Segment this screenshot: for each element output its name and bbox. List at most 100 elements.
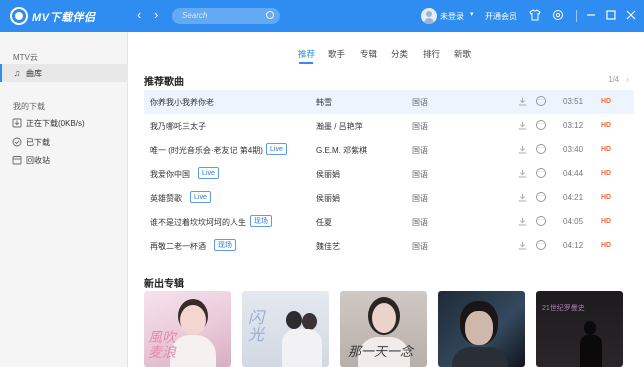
tab-new-songs[interactable]: 新歌 — [454, 48, 471, 60]
section-title-recommend: 推荐歌曲 — [144, 77, 184, 88]
download-icon[interactable] — [518, 193, 527, 202]
song-title[interactable]: 英雄赞歌 — [150, 193, 182, 204]
song-duration: 03:12 — [563, 121, 584, 130]
more-icon[interactable]: ··· — [536, 216, 546, 226]
album-cover[interactable] — [438, 291, 525, 367]
more-icon[interactable]: ··· — [536, 192, 546, 202]
avatar[interactable] — [421, 8, 437, 24]
download-icon[interactable] — [518, 169, 527, 178]
login-button[interactable]: 未登录 — [440, 11, 464, 22]
logo-icon — [10, 7, 28, 25]
forward-icon[interactable]: › — [154, 8, 158, 22]
minimize-icon[interactable] — [584, 9, 597, 22]
song-title[interactable]: 你养我小我养你老 — [150, 97, 214, 108]
song-language: 国语 — [412, 122, 428, 131]
download-icon[interactable] — [518, 121, 527, 130]
album-figure-face — [372, 303, 396, 333]
song-title[interactable]: 谁不是过着坎坎坷坷的人生 — [150, 217, 246, 228]
hd-badge: HD — [601, 146, 612, 153]
album-figure-body — [580, 335, 602, 367]
song-title[interactable]: 再敬二老一杯酒 — [150, 241, 206, 252]
album-cover[interactable]: 21世纪罗曼史 — [536, 291, 623, 367]
song-title[interactable]: 我爱你中国 — [150, 169, 190, 180]
download-icon — [12, 118, 22, 128]
tab-active-indicator — [299, 62, 313, 64]
download-icon[interactable] — [518, 97, 527, 106]
chevron-right-icon[interactable]: › — [626, 74, 629, 84]
hd-badge: HD — [601, 122, 612, 129]
tab-categories[interactable]: 分类 — [391, 48, 408, 60]
settings-icon[interactable] — [551, 9, 564, 22]
back-icon[interactable]: ‹ — [137, 8, 141, 22]
table-row[interactable]: 我乃哪吒三太子 瀚墨 / 吕艳萍 国语 ··· 03:12 HD — [144, 114, 634, 138]
song-artist[interactable]: 韩雪 — [316, 97, 332, 108]
more-icon[interactable]: ··· — [536, 96, 546, 106]
table-row[interactable]: 谁不是过着坎坎坷坷的人生 现场 任夏 国语 ··· 04:05 HD — [144, 210, 634, 234]
sidebar-group-downloads: 我的下载 — [13, 102, 45, 111]
table-row[interactable]: 再敬二老一杯酒 现场 魏佳艺 国语 ··· 04:12 HD — [144, 234, 634, 258]
hd-badge: HD — [601, 98, 612, 105]
song-duration: 04:12 — [563, 241, 584, 250]
search-input[interactable]: Search — [172, 8, 280, 24]
table-row[interactable]: 唯一 (时光音乐会·老友记 第4期) Live G.E.M. 邓紫棋 国语 ··· 03:… — [144, 138, 634, 162]
album-cover[interactable]: 那一天一念 — [340, 291, 427, 367]
album-title: 那一天一念 — [348, 345, 414, 360]
download-icon[interactable] — [518, 217, 527, 226]
tab-recommend[interactable]: 推荐 — [298, 48, 315, 60]
maximize-icon[interactable] — [604, 9, 617, 22]
recycle-icon — [12, 155, 22, 165]
song-language: 国语 — [412, 146, 428, 155]
more-icon[interactable]: ··· — [536, 240, 546, 250]
song-title[interactable]: 唯一 (时光音乐会·老友记 第4期) — [150, 145, 263, 156]
album-figure — [584, 321, 596, 335]
album-cover[interactable]: 風吹麦浪 — [144, 291, 231, 367]
download-icon[interactable] — [518, 241, 527, 250]
sidebar-item-recycle[interactable]: 回收站 — [0, 151, 128, 169]
tab-singers[interactable]: 歌手 — [328, 48, 345, 60]
album-title: 風吹麦浪 — [148, 330, 176, 361]
tab-albums[interactable]: 专辑 — [360, 48, 377, 60]
title-bar-divider — [576, 10, 577, 22]
song-title[interactable]: 我乃哪吒三太子 — [150, 121, 206, 132]
album-cover[interactable]: 闪光 — [242, 291, 329, 367]
album-title: 闪光 — [248, 308, 265, 344]
search-icon[interactable] — [266, 11, 274, 19]
song-artist[interactable]: 侯丽娟 — [316, 193, 340, 204]
sidebar-item-library[interactable]: ♫ 曲库 — [0, 64, 128, 82]
more-icon[interactable]: ··· — [536, 120, 546, 130]
sidebar-item-label: 已下载 — [26, 138, 50, 147]
sidebar-item-downloading[interactable]: 正在下载(0KB/s) — [0, 114, 128, 132]
sidebar-item-downloaded[interactable]: 已下载 — [0, 133, 128, 151]
close-icon[interactable] — [624, 9, 637, 22]
song-artist[interactable]: 瀚墨 / 吕艳萍 — [316, 121, 363, 132]
song-duration: 03:40 — [563, 145, 584, 154]
album-figure-body — [452, 347, 508, 367]
sidebar-item-label: 曲库 — [26, 69, 42, 78]
song-artist[interactable]: 任夏 — [316, 217, 332, 228]
album-figure-face — [180, 305, 206, 335]
song-artist[interactable]: 侯丽娟 — [316, 169, 340, 180]
song-language: 国语 — [412, 218, 428, 227]
table-row[interactable]: 我爱你中国 Live 侯丽娟 国语 ··· 04:44 HD — [144, 162, 634, 186]
more-icon[interactable]: ··· — [536, 144, 546, 154]
download-icon[interactable] — [518, 145, 527, 154]
more-icon[interactable]: ··· — [536, 168, 546, 178]
tab-charts[interactable]: 排行 — [423, 48, 440, 60]
song-language: 国语 — [412, 170, 428, 179]
album-figure — [286, 311, 302, 329]
skin-icon[interactable] — [528, 9, 541, 22]
song-artist[interactable]: G.E.M. 邓紫棋 — [316, 145, 367, 156]
song-tag-badge: Live — [190, 191, 211, 203]
sidebar-item-label: 回收站 — [26, 156, 50, 165]
hd-badge: HD — [601, 242, 612, 249]
sidebar-item-label: 正在下载(0KB/s) — [26, 119, 85, 128]
album-figure-face — [465, 311, 493, 345]
chevron-down-icon[interactable]: ▾ — [470, 10, 474, 18]
table-row[interactable]: 你养我小我养你老 韩雪 国语 ··· 03:51 HD — [144, 90, 634, 114]
album-title: 21世纪罗曼史 — [542, 305, 585, 312]
vip-button[interactable]: 开通会员 — [485, 11, 517, 22]
song-artist[interactable]: 魏佳艺 — [316, 241, 340, 252]
section-title-new-albums: 新出专辑 — [144, 279, 184, 290]
song-duration: 03:51 — [563, 97, 584, 106]
table-row[interactable]: 英雄赞歌 Live 侯丽娟 国语 ··· 04:21 HD — [144, 186, 634, 210]
